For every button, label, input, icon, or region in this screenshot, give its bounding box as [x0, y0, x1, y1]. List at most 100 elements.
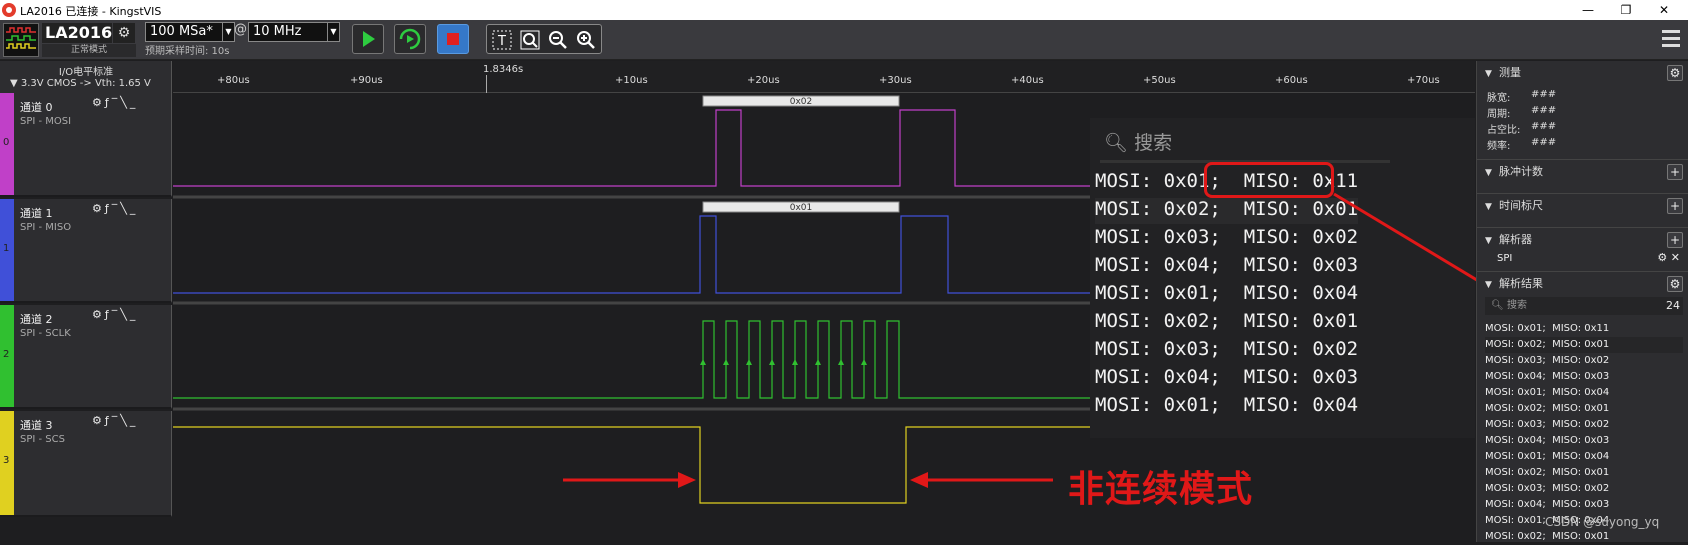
svg-text:T: T	[497, 34, 506, 49]
channel-number: 0	[3, 137, 10, 148]
add-icon[interactable]: +	[1667, 198, 1683, 214]
close-button[interactable]: ✕	[1652, 1, 1676, 19]
results-search-placeholder: 搜索	[1507, 300, 1527, 311]
sample-depth-select[interactable]: 10 MHz ▼	[248, 22, 340, 42]
highlight-box	[1204, 162, 1334, 198]
tick-label: +70us	[1407, 75, 1440, 86]
device-name: LA2016	[42, 23, 112, 43]
gear-icon[interactable]: ⚙	[1667, 65, 1683, 81]
collapse-icon: ▼	[1485, 236, 1492, 246]
section-title: 解析器	[1499, 233, 1532, 246]
zoom-result-row: MOSI: 0x03; MISO: 0x02	[1095, 338, 1359, 360]
maximize-button[interactable]: ❐	[1614, 1, 1638, 19]
device-mode: 正常模式	[42, 44, 136, 57]
result-row[interactable]: MOSI: 0x01; MISO: 0x11	[1485, 321, 1683, 337]
zoom-search: 🔍︎ 搜索	[1104, 128, 1172, 155]
results-count: 24	[1666, 299, 1680, 312]
channel-1-label[interactable]: 1 通道 1 SPI - MISO ⚙ƒ‾╲_	[0, 199, 172, 303]
channel-0-label[interactable]: 0 通道 0 SPI - MOSI ⚙ƒ‾╲_	[0, 93, 172, 197]
stop-button[interactable]	[437, 24, 469, 54]
channel-color-stripe: 3	[0, 411, 14, 515]
close-icon[interactable]: ✕	[1671, 251, 1680, 264]
zoom-result-row: MOSI: 0x02; MISO: 0x01	[1095, 310, 1359, 332]
result-row[interactable]: MOSI: 0x01; MISO: 0x04	[1485, 385, 1683, 401]
channel-protocol: SPI - MOSI	[20, 116, 72, 127]
result-row[interactable]: MOSI: 0x02; MISO: 0x01	[1485, 465, 1683, 481]
add-icon[interactable]: +	[1667, 164, 1683, 180]
channel-name: 通道 0	[20, 101, 53, 114]
measure-row: 频率: ###	[1487, 137, 1557, 152]
result-row[interactable]: MOSI: 0x01; MISO: 0x04	[1485, 449, 1683, 465]
time-ruler: 1.8346s +80us +90us +10us +20us +30us +4…	[173, 61, 1475, 93]
section-title: 时间标尺	[1499, 199, 1543, 212]
result-row[interactable]: MOSI: 0x04; MISO: 0x03	[1485, 497, 1683, 513]
zoom-result-row: MOSI: 0x04; MISO: 0x03	[1095, 366, 1359, 388]
result-row[interactable]: MOSI: 0x03; MISO: 0x02	[1485, 417, 1683, 433]
channel-trigger-controls[interactable]: ⚙ƒ‾╲_	[92, 202, 170, 217]
section-title: 脉冲计数	[1499, 165, 1543, 178]
channel-number: 2	[3, 349, 10, 360]
section-measure[interactable]: ▼ 测量 ⚙	[1477, 61, 1688, 85]
channel-color-stripe: 2	[0, 305, 14, 407]
loop-run-button[interactable]	[394, 24, 426, 54]
result-row[interactable]: MOSI: 0x02; MISO: 0x01	[1485, 401, 1683, 417]
channel-3-label[interactable]: 3 通道 3 SPI - SCS ⚙ƒ‾╲_	[0, 411, 172, 517]
io-standard-select[interactable]: ▼ 3.3V CMOS -> Vth: 1.65 V	[10, 78, 151, 89]
window-title: LA2016 已连接 - KingstVIS	[20, 5, 162, 18]
tick-label: +30us	[879, 75, 912, 86]
channel-2-label[interactable]: 2 通道 2 SPI - SCLK ⚙ƒ‾╲_	[0, 305, 172, 409]
section-analyzer[interactable]: ▼ 解析器 +	[1477, 227, 1688, 251]
zoom-in-icon[interactable]	[574, 28, 598, 52]
search-icon: 🔍︎	[1491, 300, 1504, 311]
text-tool-icon[interactable]: T	[490, 28, 514, 52]
device-settings-gear-icon[interactable]: ⚙	[113, 23, 135, 43]
results-search-input[interactable]: 🔍︎ 搜索	[1485, 297, 1683, 315]
tick-label: +80us	[217, 75, 250, 86]
sample-rate-select[interactable]: 100 MSa* ▼	[145, 22, 235, 42]
tick-label: +90us	[350, 75, 383, 86]
watermark: CSDN @suyong_yq	[1545, 515, 1660, 529]
result-row[interactable]: MOSI: 0x03; MISO: 0x02	[1485, 481, 1683, 497]
measure-row: 脉宽: ###	[1487, 89, 1557, 104]
analyzer-item-controls: ⚙ ✕	[1657, 251, 1680, 264]
collapse-icon: ▼	[1485, 202, 1492, 212]
add-icon[interactable]: +	[1667, 232, 1683, 248]
gear-icon[interactable]: ⚙	[1657, 251, 1667, 264]
loop-play-icon	[399, 28, 421, 50]
zoom-result-row: MOSI: 0x02; MISO: 0x01	[1095, 198, 1359, 224]
result-row[interactable]: MOSI: 0x04; MISO: 0x03	[1485, 369, 1683, 385]
section-title: 测量	[1499, 66, 1521, 79]
channel-number: 1	[3, 243, 10, 254]
gear-icon[interactable]: ⚙	[1667, 276, 1683, 292]
zoom-out-icon[interactable]	[546, 28, 570, 52]
channel-trigger-controls[interactable]: ⚙ƒ‾╲_	[92, 308, 170, 323]
zoom-search-placeholder: 搜索	[1134, 132, 1173, 154]
toolbar: LA2016 ⚙ 正常模式 100 MSa* ▼ @ 10 MHz ▼ 预期采样…	[0, 20, 1688, 60]
minimize-button[interactable]: —	[1576, 1, 1600, 19]
zoom-result-row: MOSI: 0x01; MISO: 0x04	[1095, 394, 1359, 416]
zoom-select-icon[interactable]	[518, 28, 542, 52]
run-button[interactable]	[352, 24, 384, 54]
result-row[interactable]: MOSI: 0x02; MISO: 0x01	[1485, 337, 1683, 353]
hamburger-menu-icon[interactable]	[1662, 30, 1680, 48]
result-row[interactable]: MOSI: 0x03; MISO: 0x02	[1485, 353, 1683, 369]
result-row[interactable]: MOSI: 0x02; MISO: 0x01	[1485, 529, 1683, 545]
collapse-icon: ▼	[1485, 280, 1492, 290]
result-row[interactable]: MOSI: 0x04; MISO: 0x03	[1485, 433, 1683, 449]
channel-name: 通道 2	[20, 313, 53, 326]
stop-icon	[447, 33, 459, 45]
collapse-icon: ▼	[1485, 69, 1492, 79]
channel-color-stripe: 0	[0, 93, 14, 195]
section-results[interactable]: ▼ 解析结果 ⚙	[1477, 271, 1688, 295]
zoom-result-row: MOSI: 0x01; MISO: 0x04	[1095, 282, 1359, 304]
channel-trigger-controls[interactable]: ⚙ƒ‾╲_	[92, 96, 170, 111]
section-time-ruler[interactable]: ▼ 时间标尺 +	[1477, 193, 1688, 217]
miso-decode-label: 0x01	[790, 203, 813, 213]
analyzer-item-spi[interactable]: SPI	[1497, 253, 1512, 264]
device-waveform-icon[interactable]	[3, 23, 39, 57]
sample-depth-value: 10 MHz	[253, 24, 302, 39]
channel-protocol: SPI - SCS	[20, 434, 65, 445]
cursor-tick	[486, 75, 487, 93]
section-pulse-count[interactable]: ▼ 脉冲计数 +	[1477, 159, 1688, 183]
channel-trigger-controls[interactable]: ⚙ƒ‾╲_	[92, 414, 170, 429]
